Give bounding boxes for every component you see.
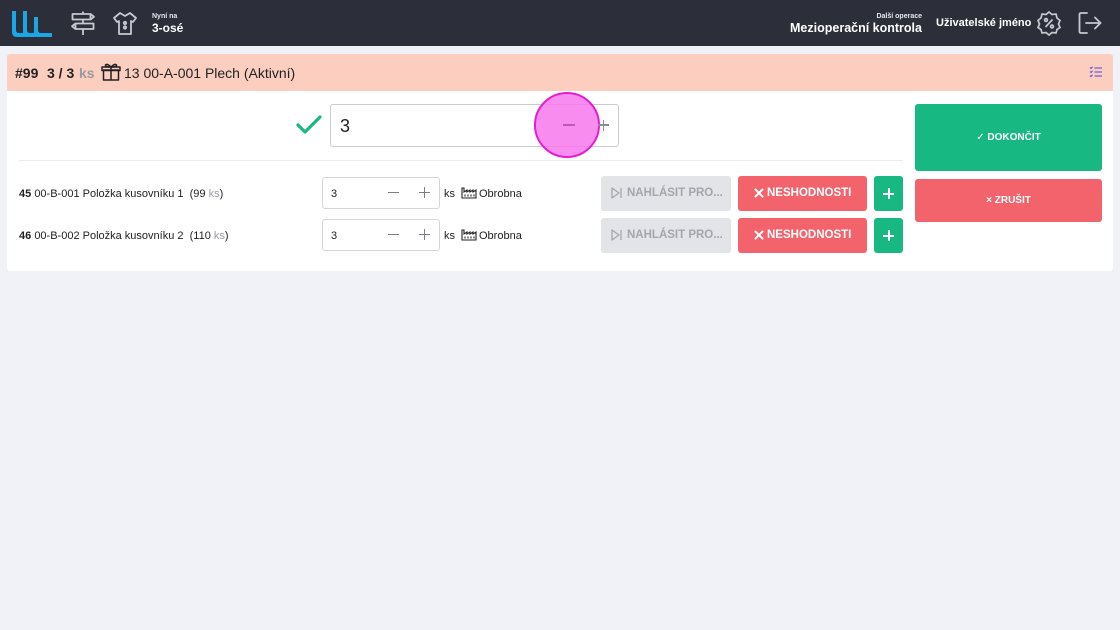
bom-item-label: 45 00-B-001 Položka kusovníku 1 (99 ks) <box>19 188 223 200</box>
add-button[interactable] <box>874 218 903 253</box>
bom-stock-close: ) <box>224 230 229 242</box>
plus-icon-stem <box>887 188 890 199</box>
report-progress-label: NAHLÁSIT PRO... <box>627 229 723 241</box>
finish-button[interactable]: ✓ DOKONČIT <box>915 104 1102 171</box>
report-progress-label: NAHLÁSIT PRO... <box>627 187 723 199</box>
bom-stock-unit: ks <box>213 230 225 242</box>
divider <box>19 160 903 161</box>
next-operation-label: Další operace <box>876 13 922 20</box>
bom-stock-open: (99 <box>189 188 206 200</box>
nonconformities-label: NESHODNOSTI <box>767 229 852 241</box>
report-progress-button[interactable]: NAHLÁSIT PRO... <box>601 218 731 253</box>
quantity-decrement-icon[interactable] <box>563 124 575 126</box>
logout-icon[interactable] <box>1077 10 1103 36</box>
order-card: #99 3 / 3 ks 13 00-A-001 Plech (Aktivní)… <box>7 54 1113 271</box>
add-button[interactable] <box>874 176 903 211</box>
bom-workstation: Obrobna <box>479 230 522 242</box>
bom-stock-open: (110 <box>189 230 211 242</box>
bom-workstation: Obrobna <box>479 188 522 200</box>
signpost-icon[interactable] <box>70 10 96 36</box>
bom-stock-unit: ks <box>208 188 220 200</box>
order-title: 13 00-A-001 Plech (Aktivní) <box>124 65 296 81</box>
bom-item-number: 45 <box>19 188 32 200</box>
bom-row: 46 00-B-002 Položka kusovníku 2 (110 ks)… <box>7 218 1113 254</box>
bom-decrement-icon[interactable] <box>388 234 399 236</box>
next-operation-value: Mezioperační kontrola <box>790 21 922 35</box>
factory-icon <box>461 187 477 199</box>
now-value: 3-osé <box>152 21 184 35</box>
nonconformities-button[interactable]: NESHODNOSTI <box>738 176 867 211</box>
plus-icon-stem <box>887 230 890 241</box>
bom-row: 45 00-B-001 Položka kusovníku 1 (99 ks) … <box>7 176 1113 212</box>
order-unit: ks <box>79 65 95 81</box>
bom-item-name: 00-B-001 Položka kusovníku 1 <box>34 188 184 200</box>
report-progress-button[interactable]: NAHLÁSIT PRO... <box>601 176 731 211</box>
factory-icon <box>461 229 477 241</box>
skip-forward-icon <box>611 187 622 199</box>
bom-unit: ks <box>444 188 455 200</box>
bom-item-number: 46 <box>19 230 32 242</box>
package-icon <box>101 63 121 81</box>
order-quantity: 3 / 3 <box>47 65 75 81</box>
operator-icon[interactable] <box>112 10 138 36</box>
checklist-icon[interactable] <box>1089 66 1103 78</box>
order-header: #99 3 / 3 ks 13 00-A-001 Plech (Aktivní) <box>7 54 1113 91</box>
top-bar: Nyní na 3-osé Další operace Mezioperační… <box>0 0 1120 46</box>
bom-increment-icon-stem[interactable] <box>423 229 426 240</box>
nonconformities-button[interactable]: NESHODNOSTI <box>738 218 867 253</box>
nonconformities-label: NESHODNOSTI <box>767 187 852 199</box>
app-logo[interactable] <box>8 9 54 39</box>
now-label: Nyní na <box>152 13 178 20</box>
bom-unit: ks <box>444 230 455 242</box>
bom-decrement-icon[interactable] <box>388 192 399 194</box>
quantity-increment-icon-stem[interactable] <box>602 119 605 131</box>
bom-item-name: 00-B-002 Položka kusovníku 2 <box>34 230 184 242</box>
next-operation: Další operace Mezioperační kontrola <box>790 13 922 35</box>
bom-item-label: 46 00-B-002 Položka kusovníku 2 (110 ks) <box>19 230 229 242</box>
order-id: #99 <box>15 65 39 81</box>
skip-forward-icon <box>611 229 622 241</box>
bom-increment-icon-stem[interactable] <box>423 187 426 198</box>
close-icon <box>754 230 764 240</box>
username[interactable]: Uživatelské jméno <box>936 17 1031 29</box>
current-workstation: Nyní na 3-osé <box>152 13 183 34</box>
confirm-check-icon[interactable] <box>295 114 323 136</box>
percent-badge-icon[interactable] <box>1036 10 1062 36</box>
bom-stock-close: ) <box>219 188 224 200</box>
close-icon <box>754 188 764 198</box>
